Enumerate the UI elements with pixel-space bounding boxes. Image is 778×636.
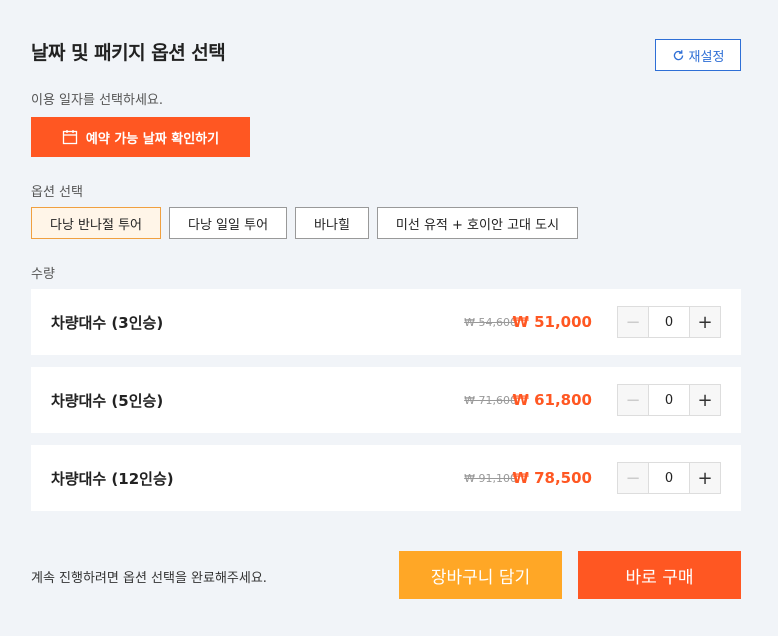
row-name: 차량대수 (12인승) xyxy=(51,469,174,488)
reset-button[interactable]: 재설정 xyxy=(655,39,741,71)
check-available-dates-label: 예약 가능 날짜 확인하기 xyxy=(85,131,220,147)
page-title: 날짜 및 패키지 옵션 선택 xyxy=(31,42,226,64)
sale-price: ₩ 61,800 xyxy=(512,391,592,409)
quantity-row: 차량대수 (3인승) ₩ 54,600 ₩ 51,000 − 0 + xyxy=(31,289,741,355)
calendar-icon xyxy=(62,130,78,145)
option-list: 다낭 반나절 투어 다낭 일일 투어 바나힐 미선 유적 + 호이안 고대 도시 xyxy=(31,207,579,239)
increase-button[interactable]: + xyxy=(689,307,720,337)
original-price: ₩ 91,100 xyxy=(464,471,517,485)
quantity-list: 차량대수 (3인승) ₩ 54,600 ₩ 51,000 − 0 + 차량대수 … xyxy=(31,289,741,523)
reset-button-label: 재설정 xyxy=(688,49,725,65)
row-name: 차량대수 (3인승) xyxy=(51,313,164,332)
quantity-row: 차량대수 (5인승) ₩ 71,600 ₩ 61,800 − 0 + xyxy=(31,367,741,433)
quantity-stepper: − 0 + xyxy=(617,384,721,416)
original-price: ₩ 54,600 xyxy=(464,315,517,329)
option-full-day-tour[interactable]: 다낭 일일 투어 xyxy=(169,207,288,239)
option-ba-na-hills[interactable]: 바나힐 xyxy=(295,207,369,239)
date-instruction: 이용 일자를 선택하세요. xyxy=(31,93,163,108)
check-available-dates-button[interactable]: 예약 가능 날짜 확인하기 xyxy=(31,117,250,157)
buy-now-button[interactable]: 바로 구매 xyxy=(578,551,741,599)
original-price: ₩ 71,600 xyxy=(464,393,517,407)
quantity-value[interactable]: 0 xyxy=(649,463,689,493)
quantity-value[interactable]: 0 xyxy=(649,385,689,415)
increase-button[interactable]: + xyxy=(689,385,720,415)
refresh-icon xyxy=(673,49,683,60)
option-my-son-hoi-an[interactable]: 미선 유적 + 호이안 고대 도시 xyxy=(376,207,579,239)
quantity-section-label: 수량 xyxy=(31,267,55,282)
sale-price: ₩ 51,000 xyxy=(512,313,592,331)
quantity-stepper: − 0 + xyxy=(617,306,721,338)
quantity-row: 차량대수 (12인승) ₩ 91,100 ₩ 78,500 − 0 + xyxy=(31,445,741,511)
row-name: 차량대수 (5인승) xyxy=(51,391,164,410)
decrease-button[interactable]: − xyxy=(618,385,649,415)
add-to-cart-button[interactable]: 장바구니 담기 xyxy=(399,551,562,599)
quantity-stepper: − 0 + xyxy=(617,462,721,494)
decrease-button[interactable]: − xyxy=(618,307,649,337)
footer-note: 계속 진행하려면 옵션 선택을 완료해주세요. xyxy=(31,571,267,586)
quantity-value[interactable]: 0 xyxy=(649,307,689,337)
sale-price: ₩ 78,500 xyxy=(512,469,592,487)
option-half-day-tour[interactable]: 다낭 반나절 투어 xyxy=(31,207,161,239)
decrease-button[interactable]: − xyxy=(618,463,649,493)
increase-button[interactable]: + xyxy=(689,463,720,493)
option-section-label: 옵션 선택 xyxy=(31,185,83,200)
